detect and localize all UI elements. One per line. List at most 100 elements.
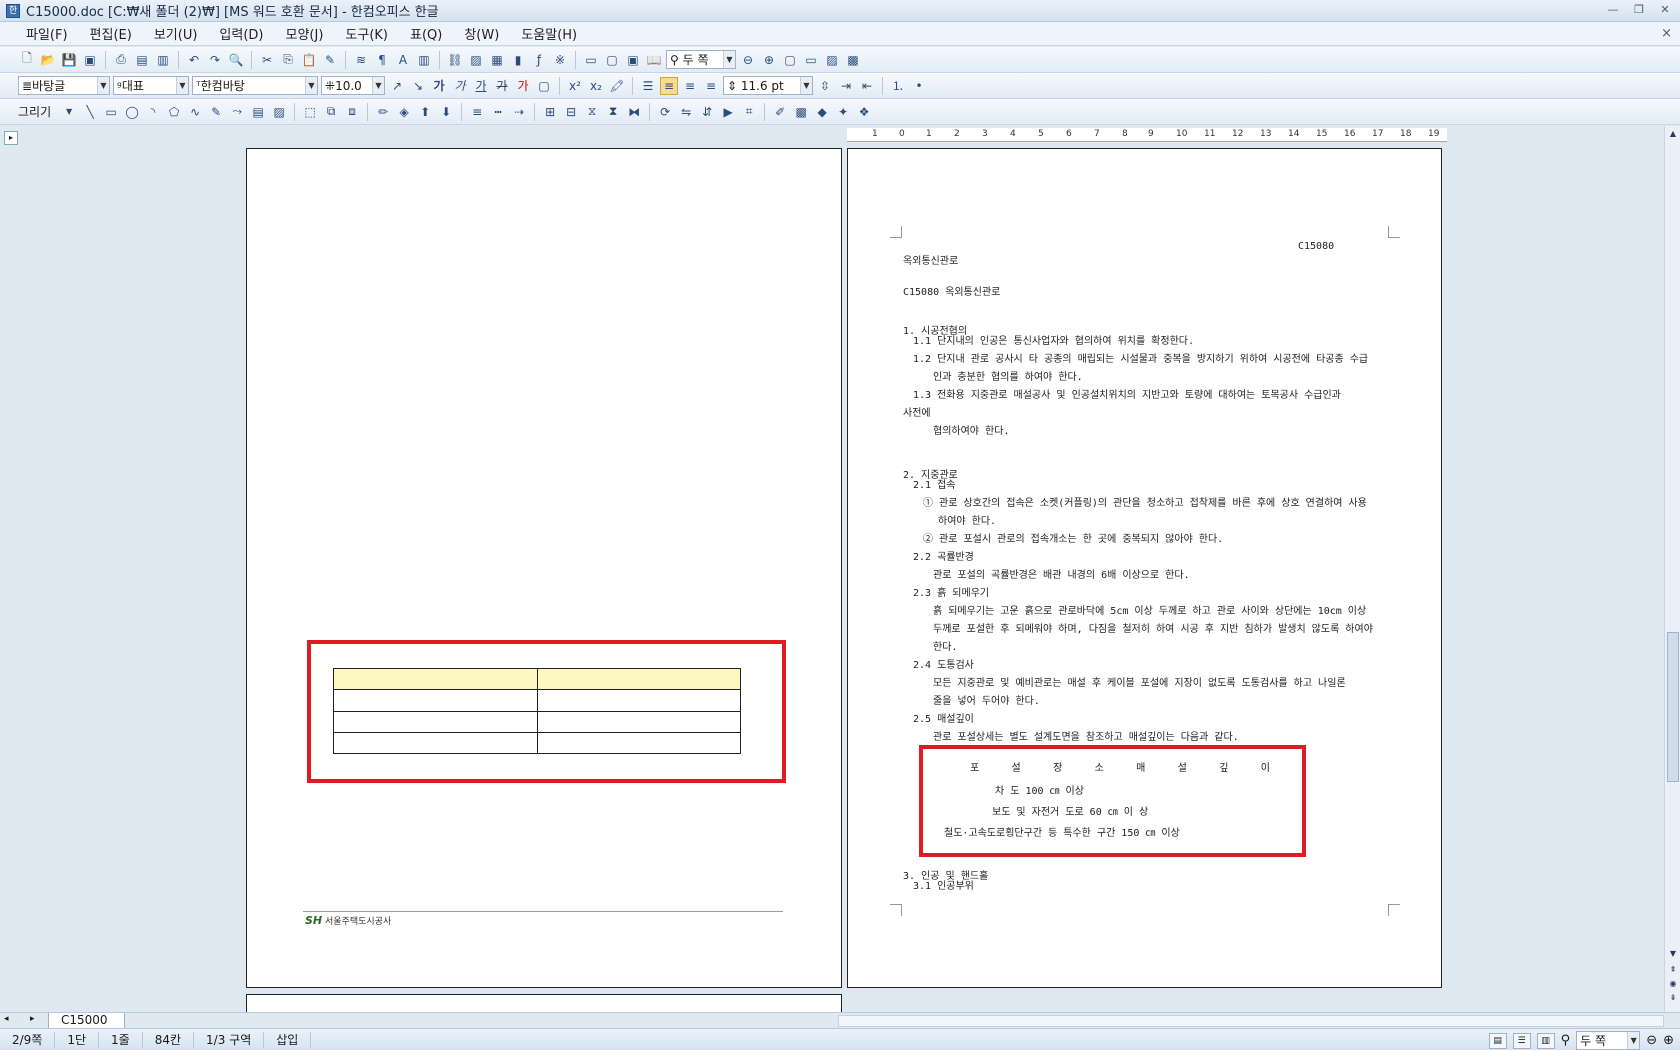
menu-edit[interactable]: 편집(E) (90, 24, 132, 43)
send-backward-icon[interactable]: ⬇ (437, 103, 455, 121)
paragraph-icon[interactable]: ¶ (373, 51, 391, 69)
prev-page-icon[interactable]: ⇞ (1667, 964, 1679, 976)
open-folder-icon[interactable]: 📂 (39, 51, 57, 69)
chart-icon[interactable]: ▮ (509, 51, 527, 69)
menu-help[interactable]: 도움말(H) (521, 24, 577, 43)
status-mode[interactable]: 삽입 (264, 1031, 312, 1048)
link-icon[interactable]: ⛓ (446, 51, 464, 69)
status-zoom-select[interactable]: 두 쪽 ▼ (1576, 1031, 1641, 1050)
align-left-icon[interactable]: ≡ (660, 76, 678, 95)
save-as-icon[interactable]: ▣ (81, 51, 99, 69)
page-border-icon[interactable]: ▢ (603, 51, 621, 69)
arrow-style-icon[interactable]: ⇢ (510, 103, 528, 121)
menu-format[interactable]: 모양(J) (286, 24, 324, 43)
maximize-button[interactable]: ❐ (1628, 2, 1650, 18)
find-icon[interactable]: 🔍 (227, 51, 245, 69)
menu-input[interactable]: 입력(D) (219, 24, 263, 43)
print-icon[interactable]: ⎙ (112, 51, 130, 69)
arc-tool-icon[interactable]: ◝ (144, 103, 162, 121)
zoom-select[interactable]: ⚲ 두 쪽 ▼ (666, 50, 736, 69)
copy-icon[interactable]: ⎘ (279, 51, 297, 69)
table-cell[interactable] (333, 667, 538, 691)
align-objects-icon[interactable]: ⊞ (541, 103, 559, 121)
font-color-button[interactable]: 가 (514, 77, 532, 95)
horizontal-ruler[interactable]: 1 0 1 2 3 4 5 6 7 8 9 10 11 12 13 14 15 … (847, 128, 1447, 142)
save-icon[interactable]: 💾 (60, 51, 78, 69)
char-border-icon[interactable]: ▢ (535, 77, 553, 95)
line-style-icon[interactable]: ≡ (468, 103, 486, 121)
zoom-out-icon[interactable]: ⊖ (1646, 1033, 1657, 1048)
more-tools-icon[interactable]: ❖ (855, 103, 873, 121)
pdf-icon[interactable]: ▥ (154, 51, 172, 69)
image-edit-icon[interactable]: ▩ (844, 51, 862, 69)
vertical-scrollbar[interactable]: ▲ ▼ ⇞ ◉ ⇟ (1664, 126, 1680, 1012)
language-select[interactable]: ᵍ 대표 ▼ (113, 76, 189, 95)
bold-button[interactable]: 가 (430, 77, 448, 95)
font-size-select[interactable]: ⁜ 10.0 ▼ (321, 76, 385, 95)
table-cell[interactable] (333, 731, 538, 755)
play-icon[interactable]: ▶ (719, 103, 737, 121)
curve-tool-icon[interactable]: ∿ (186, 103, 204, 121)
format-painter-icon[interactable]: ✎ (321, 51, 339, 69)
scroll-up-icon[interactable]: ▲ (1667, 128, 1679, 140)
page-view-icon[interactable]: ▥ (1536, 1032, 1555, 1049)
zoom-in-icon[interactable]: ⊕ (1663, 1033, 1674, 1048)
redo-icon[interactable]: ↷ (206, 51, 224, 69)
cut-icon[interactable]: ✂ (258, 51, 276, 69)
zoom-out-icon[interactable]: ⊖ (739, 51, 757, 69)
spin-icon[interactable]: ⇳ (816, 77, 834, 95)
pen-tool-icon[interactable]: ✎ (207, 103, 225, 121)
textbox-tool-icon[interactable]: ▤ (249, 103, 267, 121)
chevron-down-icon[interactable]: ▼ (60, 103, 78, 121)
style-select[interactable]: ≣ 바탕글 ▼ (18, 76, 110, 95)
page-layout-icon[interactable]: ▭ (582, 51, 600, 69)
font-select[interactable]: ᵀ 한컴바탕 ▼ (192, 76, 318, 95)
edit-points-icon[interactable]: ✐ (771, 103, 789, 121)
ellipse-tool-icon[interactable]: ◯ (123, 103, 141, 121)
line-tool-icon[interactable]: ╲ (81, 103, 99, 121)
line-spacing-input[interactable]: ⇕ 11.6 pt ▼ (723, 76, 813, 95)
book-icon[interactable]: 📖 (645, 51, 663, 69)
table-cell[interactable] (536, 731, 741, 755)
picture-tool-icon[interactable]: ▨ (270, 103, 288, 121)
image-icon[interactable]: ▨ (467, 51, 485, 69)
effects-icon[interactable]: ✦ (834, 103, 852, 121)
ungroup-icon[interactable]: ⧈ (343, 103, 361, 121)
style-icon[interactable]: ≋ (352, 51, 370, 69)
tab-scroll-left-icon[interactable]: ◂ (4, 1014, 9, 1024)
line-dash-icon[interactable]: ┅ (489, 103, 507, 121)
bring-forward-icon[interactable]: ⬆ (416, 103, 434, 121)
zoom-in-icon[interactable]: ⊕ (760, 51, 778, 69)
image-view-icon[interactable]: ▨ (823, 51, 841, 69)
rotate-icon[interactable]: ⟳ (656, 103, 674, 121)
new-document-icon[interactable]: 🗋 (18, 51, 36, 69)
highlight-icon[interactable]: 🖍 (608, 77, 626, 95)
empty-table[interactable] (333, 667, 741, 755)
columns-icon[interactable]: ▥ (415, 51, 433, 69)
draw-menu-label[interactable]: 그리기 (18, 103, 51, 120)
paste-icon[interactable]: 📋 (300, 51, 318, 69)
fit-width-icon[interactable]: ▭ (802, 51, 820, 69)
connector-tool-icon[interactable]: ⤳ (228, 103, 246, 121)
crop-icon[interactable]: ⌗ (740, 103, 758, 121)
shape-c-icon[interactable]: ⧓ (625, 103, 643, 121)
document-close-button[interactable]: × (1661, 26, 1672, 41)
menu-table[interactable]: 표(Q) (410, 24, 442, 43)
table-cell[interactable] (536, 667, 741, 691)
indent-decrease-icon[interactable]: ⇤ (858, 77, 876, 95)
magnifier-icon[interactable]: ⚲ (1561, 1033, 1571, 1048)
fit-page-icon[interactable]: ▢ (781, 51, 799, 69)
minimize-button[interactable]: — (1602, 2, 1624, 18)
menu-view[interactable]: 보기(U) (154, 24, 198, 43)
superscript-icon[interactable]: x² (566, 77, 584, 95)
menu-window[interactable]: 창(W) (464, 24, 499, 43)
tab-scroll-right-icon[interactable]: ▸ (30, 1014, 35, 1024)
next-page-icon[interactable]: ⇟ (1667, 992, 1679, 1004)
undo-icon[interactable]: ↶ (185, 51, 203, 69)
web-view-icon[interactable]: ☰ (1512, 1032, 1531, 1049)
align-justify-icon[interactable]: ☰ (639, 77, 657, 95)
char-shape-icon[interactable]: A (394, 51, 412, 69)
shadow-icon[interactable]: ▩ (792, 103, 810, 121)
underline-button[interactable]: 가 (472, 77, 490, 95)
scroll-thumb[interactable] (1667, 632, 1679, 782)
